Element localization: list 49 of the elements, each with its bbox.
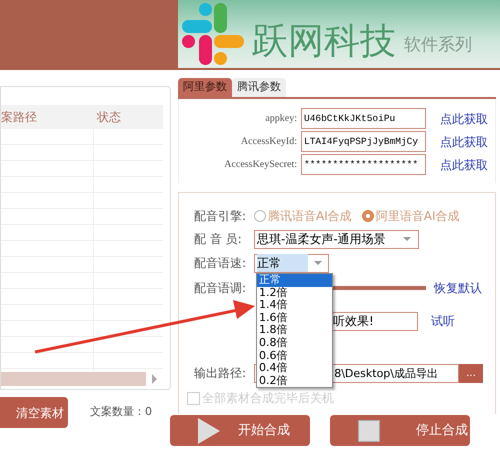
field-label: 配音引擎: [194,208,248,225]
input-field[interactable]: U46bCtKkJKt5oiPu [301,108,426,129]
get-key-link[interactable]: 点此获取 [440,156,488,174]
input-field[interactable]: ******************** [301,154,426,175]
scroll-right-icon[interactable] [152,374,157,384]
radio-button[interactable] [254,210,266,222]
dropdown-option[interactable]: 1.6倍 [257,312,332,324]
radio-label: 阿里语音AI合成 [376,208,460,225]
column-header: 案路径 [1,109,38,126]
input-field[interactable]: LTAI4FyqPSPjJyBmMjCy [301,131,426,152]
tab[interactable]: 阿里参数 [178,78,232,97]
start-button[interactable]: 开始合成 [170,415,310,446]
dropdown-arrow-icon [314,261,322,265]
copy-count: 文案数量：0 [90,404,152,420]
field-label: 配音语调: [194,280,248,297]
column-header: 状态 [96,109,121,126]
browse-button[interactable]: ... [459,364,483,382]
dropdown-option[interactable]: 1.4倍 [257,299,332,312]
voice-dropdown[interactable]: 思琪-温柔女声-通用场景 [254,230,419,248]
get-key-link[interactable]: 点此获取 [440,110,488,128]
field-label: appkey: [264,112,298,126]
reset-default-link[interactable]: 恢复默认 [434,279,482,297]
brand-title: 跃网科技 [252,24,396,60]
stop-icon [358,420,380,442]
radio-button[interactable] [362,210,374,222]
scrollbar-track[interactable] [1,372,146,386]
brand-subtitle: 软件系列 [404,34,472,58]
dropdown-arrow-icon [403,237,411,241]
field-label: 配 音 员: [194,231,243,248]
dropdown-option[interactable]: 0.8倍 [257,336,332,350]
play-icon [198,418,220,444]
preview-link[interactable]: 试听 [431,312,455,330]
field-label: 输出路径: [194,365,248,382]
stop-button[interactable]: 停止合成 [330,415,470,446]
checkbox[interactable] [187,392,200,404]
field-label: AccessKeySecret: [223,158,298,172]
dropdown-option[interactable]: 0.4倍 [257,362,332,375]
dropdown-option[interactable]: 正常 [257,274,332,287]
dropdown-option[interactable]: 0.6倍 [257,350,332,362]
tab[interactable]: 腾讯参数 [232,78,286,97]
field-label: 配音语速: [194,255,248,272]
field-label: AccessKeyId: [240,135,298,149]
dropdown-option[interactable]: 1.2倍 [257,286,332,300]
dropdown-option[interactable]: 1.8倍 [257,324,332,337]
radio-label: 腾讯语音AI合成 [268,208,352,225]
speed-dropdown[interactable]: 正常 [254,254,329,272]
clear-materials-button[interactable]: 清空素材 [0,397,68,428]
logo-icon [182,3,244,65]
get-key-link[interactable]: 点此获取 [440,132,488,150]
